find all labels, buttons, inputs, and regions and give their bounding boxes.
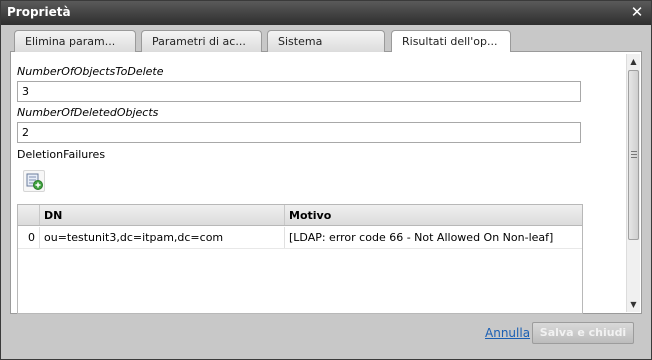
grid-header: DN Motivo <box>18 205 582 226</box>
tab-parametri-accesso[interactable]: Parametri di ac... <box>141 30 262 52</box>
scroll-down-icon[interactable]: ▼ <box>627 298 640 311</box>
properties-dialog: Proprietà ✕ Elimina param... Parametri d… <box>0 0 652 360</box>
scrollbar-grip-icon <box>631 151 637 158</box>
scrollbar-thumb[interactable] <box>628 70 639 240</box>
close-icon[interactable]: ✕ <box>629 4 645 20</box>
dialog-footer: Annulla Salva e chiudi <box>1 314 651 359</box>
row-index: 0 <box>18 227 40 248</box>
deletion-failures-label: DeletionFailures <box>17 148 106 161</box>
cancel-link[interactable]: Annulla <box>485 326 530 340</box>
tab-elimina-parametri[interactable]: Elimina param... <box>14 30 136 52</box>
results-panel: NumberOfObjectsToDelete 3 NumberOfDelete… <box>10 52 642 314</box>
table-row[interactable]: 0 ou=testunit3,dc=itpam,dc=com [LDAP: er… <box>18 227 582 249</box>
scroll-up-icon[interactable]: ▲ <box>627 55 640 68</box>
grid-header-index <box>18 205 40 225</box>
title-bar: Proprietà ✕ <box>1 1 651 25</box>
row-dn-cell[interactable]: ou=testunit3,dc=itpam,dc=com <box>40 227 285 248</box>
dialog-title: Proprietà <box>7 5 71 19</box>
add-row-button[interactable] <box>23 170 45 192</box>
grid-header-dn[interactable]: DN <box>40 205 285 225</box>
objects-to-delete-field[interactable]: 3 <box>17 81 581 102</box>
save-and-close-button[interactable]: Salva e chiudi <box>532 322 634 344</box>
add-row-icon <box>26 173 43 190</box>
grid-header-motivo[interactable]: Motivo <box>285 205 582 225</box>
tab-risultati-operazione[interactable]: Risultati dell'op... <box>391 30 511 53</box>
row-motivo-cell[interactable]: [LDAP: error code 66 - Not Allowed On No… <box>285 227 582 248</box>
tab-sistema[interactable]: Sistema <box>267 30 385 52</box>
vertical-scrollbar[interactable]: ▲ ▼ <box>626 54 640 312</box>
deleted-objects-label: NumberOfDeletedObjects <box>17 106 159 119</box>
deleted-objects-field[interactable]: 2 <box>17 122 581 143</box>
deletion-failures-grid: DN Motivo 0 ou=testunit3,dc=itpam,dc=com… <box>17 204 583 314</box>
tab-strip: Elimina param... Parametri di ac... Sist… <box>10 28 642 53</box>
objects-to-delete-label: NumberOfObjectsToDelete <box>17 65 164 78</box>
